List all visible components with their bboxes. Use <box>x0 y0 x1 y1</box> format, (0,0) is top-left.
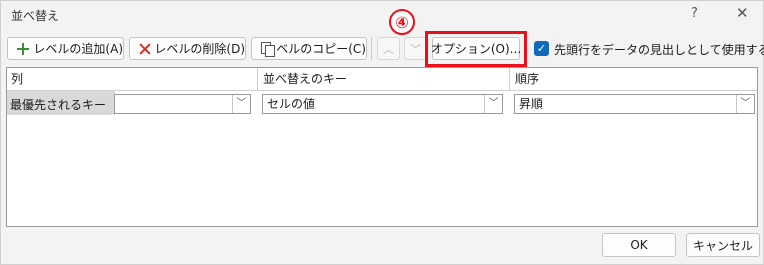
sort-key-select-value: セルの値 <box>267 97 316 111</box>
delete-level-button[interactable]: レベルの削除(D) <box>129 37 246 60</box>
checkmark-icon: ✓ <box>536 42 547 55</box>
header-divider <box>257 68 258 90</box>
title-bar: 並べ替え ? ✕ <box>1 1 763 29</box>
header-row-checkbox-label: 先頭行をデータの見出しとして使用する(H) <box>554 43 764 57</box>
chevron-up-icon: ︿ <box>383 42 394 56</box>
delete-x-icon <box>138 42 150 56</box>
sort-dialog: 並べ替え ? ✕ ④ レベルの追加(A) レベルの削除(D) レベルのコピー(C… <box>0 0 764 265</box>
close-button[interactable]: ✕ <box>736 4 749 22</box>
header-separator <box>7 90 757 91</box>
help-button[interactable]: ? <box>691 6 698 21</box>
chevron-down-icon: ﹀ <box>232 95 250 113</box>
chevron-down-icon: ﹀ <box>484 95 502 113</box>
ok-label: OK <box>630 238 648 252</box>
add-level-label: レベルの追加(A) <box>33 42 123 56</box>
chevron-down-icon: ﹀ <box>736 95 754 113</box>
move-down-button[interactable]: ﹀ <box>404 37 427 60</box>
order-select-value: 昇順 <box>519 97 544 111</box>
header-divider <box>509 68 510 90</box>
move-up-button[interactable]: ︿ <box>377 37 400 60</box>
options-highlight-box <box>425 31 527 67</box>
sort-levels-grid: 列 並べ替えのキー 順序 最優先されるキー ﹀ セルの値 ﹀ 昇順 ﹀ <box>6 67 758 227</box>
column-header-sort-key: 並べ替えのキー <box>263 72 348 86</box>
delete-level-label: レベルの削除(D) <box>154 42 245 56</box>
row-label: 最優先されるキー <box>10 98 107 112</box>
header-row-checkbox[interactable]: ✓ <box>534 41 549 56</box>
column-header-column: 列 <box>11 72 24 86</box>
step-number-badge: ④ <box>389 9 415 35</box>
cancel-label: キャンセル <box>692 238 753 253</box>
cancel-button[interactable]: キャンセル <box>686 233 760 257</box>
order-select[interactable]: 昇順 ﹀ <box>514 94 755 114</box>
sort-key-select[interactable]: セルの値 ﹀ <box>262 94 503 114</box>
toolbar-divider <box>371 37 372 60</box>
add-level-button[interactable]: レベルの追加(A) <box>7 37 124 60</box>
copy-level-label: レベルのコピー(C) <box>264 42 366 56</box>
column-select[interactable]: ﹀ <box>114 94 251 114</box>
copy-level-button[interactable]: レベルのコピー(C) <box>251 37 367 60</box>
column-header-order: 順序 <box>515 72 540 86</box>
ok-button[interactable]: OK <box>602 233 676 257</box>
dialog-title: 並べ替え <box>11 9 60 23</box>
chevron-down-icon: ﹀ <box>410 42 421 56</box>
plus-icon <box>16 42 30 56</box>
